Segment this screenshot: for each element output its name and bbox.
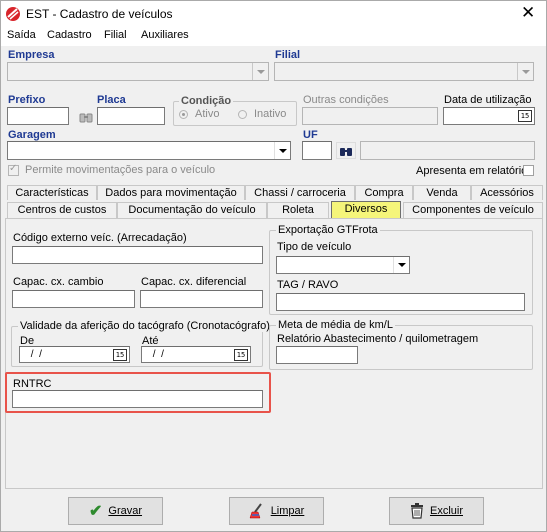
ate-date-input[interactable]: / / 15	[141, 346, 251, 363]
placa-input[interactable]	[97, 107, 165, 125]
uf-input[interactable]	[302, 141, 332, 160]
outras-condicoes-label: Outras condições	[303, 94, 389, 106]
codigo-externo-input[interactable]	[12, 246, 263, 264]
apresenta-checkbox[interactable]	[523, 165, 534, 176]
inativo-radio[interactable]	[238, 110, 247, 119]
menu-saida[interactable]: Saída	[7, 29, 36, 41]
chevron-down-icon[interactable]	[393, 257, 409, 273]
capac-cambio-label: Capac. cx. cambio	[13, 276, 104, 288]
tab-dados-movimentacao[interactable]: Dados para movimentação	[97, 185, 245, 200]
meta-title: Meta de média de km/L	[276, 319, 395, 331]
tab-venda[interactable]: Venda	[413, 185, 471, 200]
ativo-radio[interactable]	[179, 110, 188, 119]
calendar-icon[interactable]: 15	[518, 110, 532, 122]
rntrc-input[interactable]	[12, 390, 263, 408]
menu-bar: Saída Cadastro Filial Auxiliares	[1, 26, 546, 46]
menu-auxiliares[interactable]: Auxiliares	[141, 29, 189, 41]
meta-input[interactable]	[276, 346, 358, 364]
chevron-down-icon[interactable]	[274, 142, 290, 159]
chevron-down-icon[interactable]	[517, 63, 533, 80]
filial-label: Filial	[275, 49, 301, 61]
menu-filial[interactable]: Filial	[104, 29, 127, 41]
prefixo-label: Prefixo	[8, 94, 46, 106]
prefixo-input[interactable]	[7, 107, 69, 125]
check-icon: ✔	[88, 503, 103, 520]
inativo-label: Inativo	[254, 108, 287, 120]
uf-description	[360, 141, 535, 160]
empresa-label: Empresa	[8, 49, 55, 61]
permite-mov-label: Permite movimentações para o veículo	[25, 164, 216, 176]
capac-diferencial-label: Capac. cx. diferencial	[141, 276, 247, 288]
tab-componentes[interactable]: Componentes de veículo	[403, 202, 543, 218]
outras-condicoes-field	[302, 107, 438, 125]
tab-compra[interactable]: Compra	[355, 185, 413, 200]
condicao-label: Condição	[179, 95, 234, 107]
tab-acessorios[interactable]: Acessórios	[471, 185, 543, 200]
de-date-input[interactable]: / / 15	[19, 346, 130, 363]
tab-caracteristicas[interactable]: Características	[7, 185, 97, 200]
tag-ravo-label: TAG / RAVO	[277, 279, 339, 291]
calendar-icon[interactable]: 15	[234, 349, 248, 361]
uf-search-button[interactable]	[336, 142, 356, 159]
permite-mov-checkbox[interactable]: ✓	[8, 163, 19, 176]
empresa-combo[interactable]	[7, 62, 269, 81]
tab-documentacao[interactable]: Documentação do veículo	[117, 202, 267, 218]
trash-icon	[410, 503, 423, 519]
tab-diversos[interactable]: Diversos	[331, 201, 401, 218]
binoculars-icon	[340, 147, 352, 156]
chevron-down-icon[interactable]	[252, 63, 268, 80]
garagem-combo[interactable]	[7, 141, 291, 160]
tipo-veiculo-label: Tipo de veículo	[277, 241, 352, 253]
title-bar: EST - Cadastro de veículos ✕	[1, 1, 546, 26]
exportacao-title: Exportação GTFrota	[276, 224, 380, 236]
uf-label: UF	[303, 129, 318, 141]
limpar-button[interactable]: Limpar	[229, 497, 324, 525]
gravar-button[interactable]: ✔ Gravar	[68, 497, 163, 525]
apresenta-label: Apresenta em relatórios	[416, 165, 533, 177]
filial-combo[interactable]	[274, 62, 534, 81]
tab-chassi[interactable]: Chassi / carroceria	[245, 185, 355, 200]
rntrc-label: RNTRC	[13, 378, 52, 390]
check-icon: ✓	[9, 163, 18, 174]
binoculars-icon[interactable]	[79, 111, 93, 123]
data-utilizacao-input[interactable]: 15	[443, 107, 535, 125]
tag-ravo-input[interactable]	[276, 293, 525, 311]
menu-cadastro[interactable]: Cadastro	[47, 29, 92, 41]
tipo-veiculo-combo[interactable]	[276, 256, 410, 274]
data-utilizacao-label: Data de utilização	[444, 94, 532, 106]
codigo-externo-label: Código externo veíc. (Arrecadação)	[13, 232, 187, 244]
validade-title: Validade da aferição do tacógrafo (Crono…	[18, 320, 272, 332]
capac-diferencial-input[interactable]	[140, 290, 263, 308]
tab-centros-custos[interactable]: Centros de custos	[7, 202, 117, 218]
main-window: EST - Cadastro de veículos ✕ Saída Cadas…	[0, 0, 547, 532]
garagem-label: Garagem	[8, 129, 56, 141]
capac-cambio-input[interactable]	[12, 290, 135, 308]
close-icon[interactable]: ✕	[521, 3, 535, 23]
calendar-icon[interactable]: 15	[113, 349, 127, 361]
window-title: EST - Cadastro de veículos	[26, 7, 173, 21]
placa-label: Placa	[97, 94, 126, 106]
app-logo-icon	[6, 7, 20, 21]
meta-rel-label: Relatório Abastecimento / quilometragem	[277, 333, 479, 345]
broom-icon	[249, 503, 262, 519]
tab-roleta[interactable]: Roleta	[267, 202, 329, 218]
excluir-button[interactable]: Excluir	[389, 497, 484, 525]
ativo-label: Ativo	[195, 108, 220, 120]
